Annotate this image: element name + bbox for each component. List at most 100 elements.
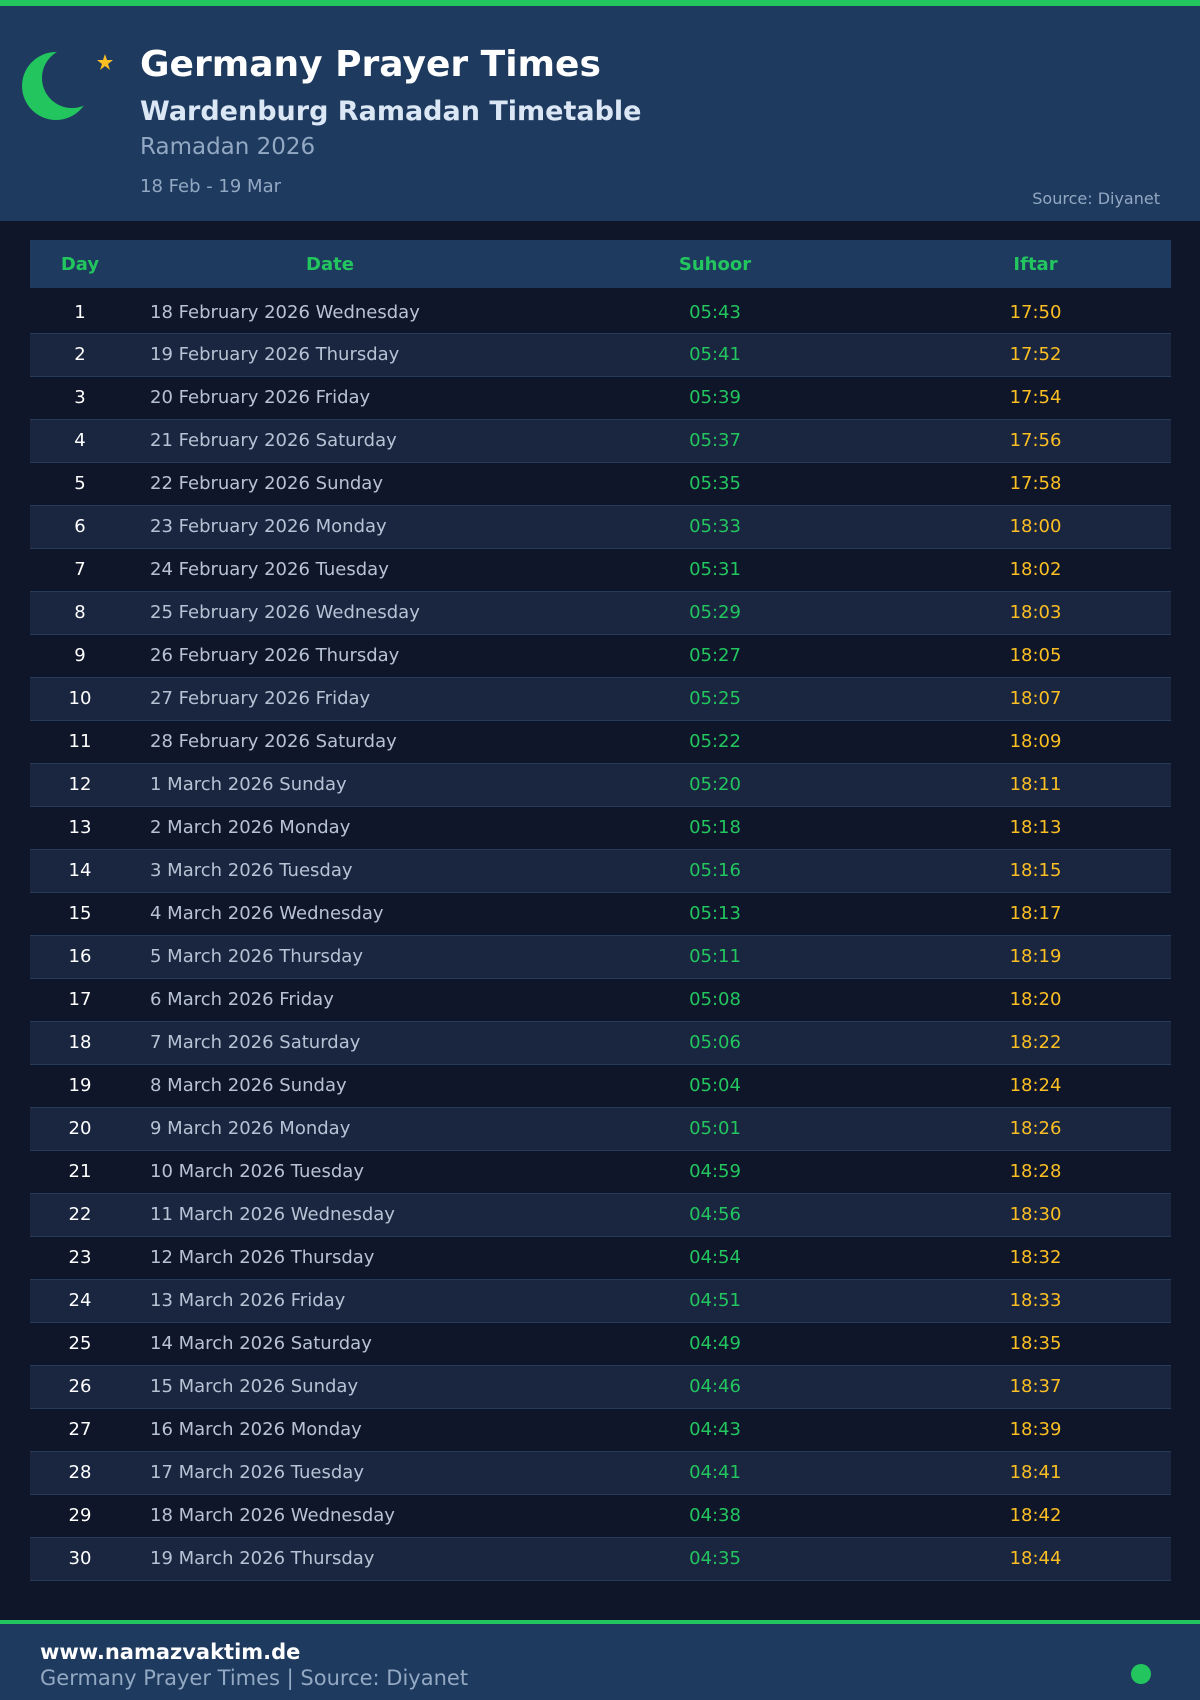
iftar-cell: 18:32 — [1009, 1247, 1062, 1268]
date-range: 18 Feb - 19 Mar — [140, 176, 282, 197]
day-cell: 16 — [68, 946, 92, 967]
table-header-row: Day Date Suhoor Iftar — [30, 240, 1171, 290]
table-row: 14 3 March 2026 Tuesday 05:16 18:15 — [30, 849, 1171, 892]
day-cell: 1 — [74, 301, 86, 323]
page-header: Germany Prayer Times Wardenburg Ramadan … — [0, 6, 1200, 221]
iftar-cell: 17:58 — [1009, 473, 1062, 494]
table-row: 2 19 February 2026 Thursday 05:41 17:52 — [30, 333, 1171, 376]
iftar-cell: 17:50 — [1009, 301, 1062, 323]
table-row: 23 12 March 2026 Thursday 04:54 18:32 — [30, 1236, 1171, 1279]
day-cell: 4 — [74, 430, 86, 451]
suhoor-cell: 05:20 — [689, 774, 741, 795]
iftar-cell: 18:39 — [1009, 1419, 1062, 1440]
date-cell: 3 March 2026 Tuesday — [150, 860, 353, 881]
date-cell: 2 March 2026 Monday — [150, 817, 351, 838]
day-cell: 25 — [68, 1333, 92, 1354]
table-row: 29 18 March 2026 Wednesday 04:38 18:42 — [30, 1494, 1171, 1537]
day-cell: 5 — [74, 473, 86, 494]
suhoor-cell: 05:13 — [689, 903, 741, 924]
date-cell: 16 March 2026 Monday — [150, 1419, 362, 1440]
day-cell: 12 — [68, 774, 92, 795]
iftar-cell: 18:35 — [1009, 1333, 1062, 1354]
day-cell: 23 — [68, 1247, 92, 1268]
iftar-cell: 18:41 — [1009, 1462, 1062, 1483]
day-cell: 24 — [68, 1290, 92, 1311]
day-cell: 9 — [74, 645, 86, 666]
suhoor-cell: 04:38 — [689, 1505, 741, 1526]
suhoor-cell: 05:35 — [689, 473, 741, 494]
day-cell: 3 — [74, 387, 86, 408]
suhoor-cell: 05:37 — [689, 430, 741, 451]
suhoor-cell: 05:31 — [689, 559, 741, 580]
table-row: 20 9 March 2026 Monday 05:01 18:26 — [30, 1107, 1171, 1150]
iftar-cell: 18:20 — [1009, 989, 1062, 1010]
status-dot-icon — [1131, 1664, 1151, 1684]
iftar-cell: 18:26 — [1009, 1118, 1062, 1139]
table-row: 3 20 February 2026 Friday 05:39 17:54 — [30, 376, 1171, 419]
suhoor-cell: 05:04 — [689, 1075, 741, 1096]
column-header-suhoor: Suhoor — [678, 253, 752, 275]
table-row: 6 23 February 2026 Monday 05:33 18:00 — [30, 505, 1171, 548]
date-cell: 8 March 2026 Sunday — [150, 1075, 347, 1096]
iftar-cell: 18:11 — [1009, 774, 1062, 795]
table-row: 12 1 March 2026 Sunday 05:20 18:11 — [30, 763, 1171, 806]
suhoor-cell: 04:43 — [689, 1419, 741, 1440]
day-cell: 15 — [68, 903, 92, 924]
table-row: 10 27 February 2026 Friday 05:25 18:07 — [30, 677, 1171, 720]
day-cell: 20 — [68, 1118, 92, 1139]
date-cell: 28 February 2026 Saturday — [150, 731, 397, 752]
suhoor-cell: 05:06 — [689, 1032, 741, 1053]
suhoor-cell: 05:43 — [689, 301, 741, 323]
iftar-cell: 18:37 — [1009, 1376, 1062, 1397]
suhoor-cell: 04:54 — [689, 1247, 741, 1268]
iftar-cell: 17:54 — [1009, 387, 1062, 408]
day-cell: 11 — [68, 731, 92, 752]
iftar-cell: 18:05 — [1009, 645, 1062, 666]
iftar-cell: 18:30 — [1009, 1204, 1062, 1225]
iftar-cell: 18:13 — [1009, 817, 1062, 838]
iftar-cell: 18:42 — [1009, 1505, 1062, 1526]
suhoor-cell: 05:39 — [689, 387, 741, 408]
day-cell: 13 — [68, 817, 92, 838]
table-row: 28 17 March 2026 Tuesday 04:41 18:41 — [30, 1451, 1171, 1494]
suhoor-cell: 04:56 — [689, 1204, 741, 1225]
iftar-cell: 18:33 — [1009, 1290, 1062, 1311]
iftar-cell: 18:03 — [1009, 602, 1062, 623]
day-cell: 18 — [68, 1032, 92, 1053]
iftar-cell: 18:28 — [1009, 1161, 1062, 1182]
day-cell: 27 — [68, 1419, 92, 1440]
ramadan-year: Ramadan 2026 — [140, 134, 316, 160]
day-cell: 30 — [68, 1548, 92, 1569]
date-cell: 18 February 2026 Wednesday — [150, 301, 420, 323]
date-cell: 15 March 2026 Sunday — [150, 1376, 359, 1397]
day-cell: 7 — [74, 559, 86, 580]
table-row: 7 24 February 2026 Tuesday 05:31 18:02 — [30, 548, 1171, 591]
suhoor-cell: 05:33 — [689, 516, 741, 537]
table-row: 24 13 March 2026 Friday 04:51 18:33 — [30, 1279, 1171, 1322]
iftar-cell: 17:52 — [1009, 344, 1062, 365]
date-cell: 11 March 2026 Wednesday — [150, 1204, 395, 1225]
suhoor-cell: 04:46 — [689, 1376, 741, 1397]
date-cell: 17 March 2026 Tuesday — [150, 1462, 364, 1483]
column-header-date: Date — [306, 253, 354, 275]
footer-text: Germany Prayer Times | Source: Diyanet — [40, 1666, 469, 1690]
table-row: 1 18 February 2026 Wednesday 05:43 17:50 — [30, 290, 1171, 333]
day-cell: 21 — [68, 1161, 92, 1182]
day-cell: 22 — [68, 1204, 92, 1225]
table-row: 8 25 February 2026 Wednesday 05:29 18:03 — [30, 591, 1171, 634]
table-row: 27 16 March 2026 Monday 04:43 18:39 — [30, 1408, 1171, 1451]
day-cell: 14 — [68, 860, 92, 881]
table-row: 5 22 February 2026 Sunday 05:35 17:58 — [30, 462, 1171, 505]
iftar-cell: 18:07 — [1009, 688, 1062, 709]
column-header-day: Day — [60, 253, 100, 275]
iftar-cell: 18:44 — [1009, 1548, 1062, 1569]
iftar-cell: 18:00 — [1009, 516, 1062, 537]
date-cell: 5 March 2026 Thursday — [150, 946, 363, 967]
date-cell: 22 February 2026 Sunday — [150, 473, 383, 494]
suhoor-cell: 05:29 — [689, 602, 741, 623]
iftar-cell: 18:22 — [1009, 1032, 1062, 1053]
table-row: 19 8 March 2026 Sunday 05:04 18:24 — [30, 1064, 1171, 1107]
iftar-cell: 18:09 — [1009, 731, 1062, 752]
date-cell: 18 March 2026 Wednesday — [150, 1505, 395, 1526]
day-cell: 29 — [68, 1505, 92, 1526]
